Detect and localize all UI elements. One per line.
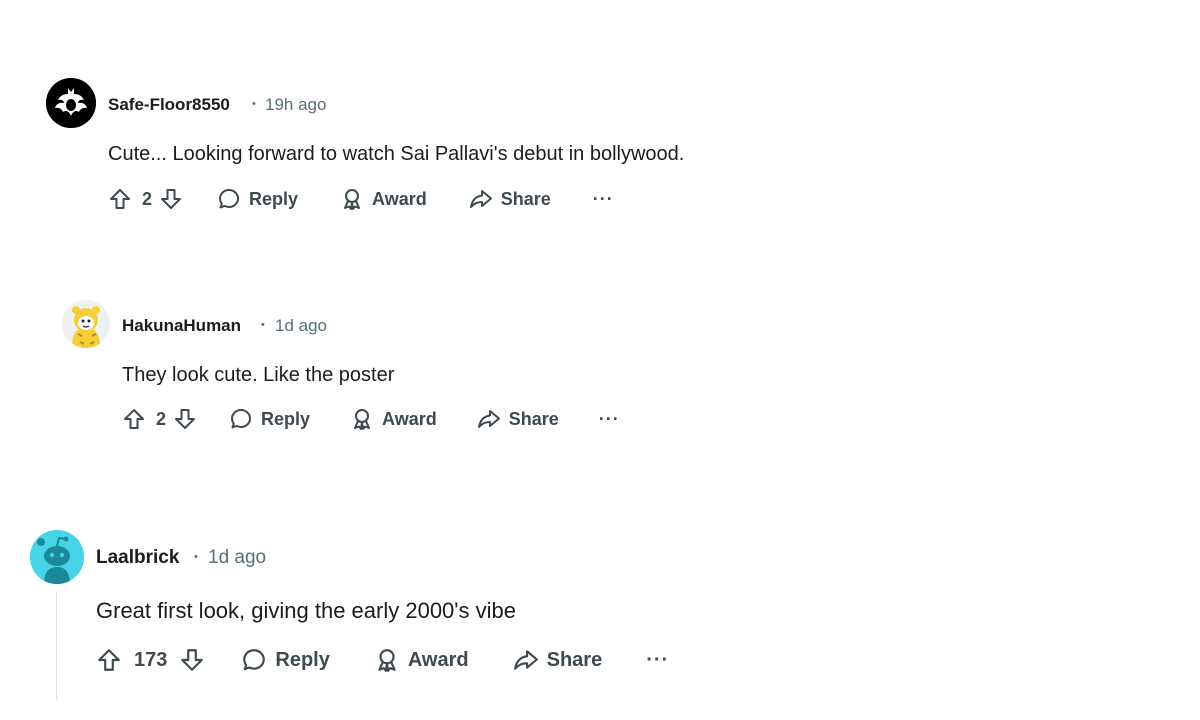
downvote-icon[interactable] — [179, 647, 205, 673]
award-ribbon-icon — [344, 189, 361, 210]
share-label: Share — [508, 408, 559, 429]
user-avatar[interactable] — [62, 300, 110, 348]
award-label: Award — [407, 648, 469, 671]
vote-control: 2 — [108, 187, 183, 211]
comment-actions: 2 Reply Award Share ··· — [108, 186, 614, 212]
tiger-costume-avatar-icon — [62, 300, 110, 348]
speech-bubble-icon — [219, 189, 240, 209]
comment-timestamp[interactable]: 1d ago — [275, 316, 327, 336]
award-label: Award — [372, 188, 427, 209]
reply-label: Reply — [249, 188, 299, 209]
upvote-icon[interactable] — [96, 647, 122, 673]
award-button[interactable]: Award — [350, 407, 437, 431]
comment-timestamp[interactable]: 19h ago — [265, 95, 326, 115]
award-ribbon-icon — [378, 649, 396, 672]
vote-count: 173 — [134, 648, 168, 671]
comment-author[interactable]: Laalbrick — [96, 547, 179, 569]
share-arrow-icon — [469, 190, 492, 208]
user-avatar[interactable] — [46, 78, 96, 128]
comment-text: They look cute. Like the poster — [122, 364, 395, 386]
reply-label: Reply — [261, 408, 311, 429]
upvote-icon[interactable] — [108, 187, 132, 211]
comment-author[interactable]: HakunaHuman — [122, 316, 241, 336]
award-label: Award — [382, 408, 437, 429]
speech-bubble-icon — [231, 409, 252, 429]
more-options-button[interactable]: ··· — [646, 649, 669, 672]
comment-actions: 2 Reply Award Share ··· — [122, 406, 620, 432]
reply-button[interactable]: Reply — [217, 187, 298, 211]
share-button[interactable]: Share — [469, 187, 551, 211]
vote-count: 2 — [142, 188, 153, 209]
award-button[interactable]: Award — [374, 647, 469, 673]
share-arrow-icon — [477, 410, 500, 428]
comment-text: Cute... Looking forward to watch Sai Pal… — [108, 143, 685, 165]
more-options-button[interactable]: ··· — [593, 189, 614, 210]
meta-separator: • — [194, 551, 198, 563]
user-avatar[interactable] — [30, 530, 84, 584]
more-options-button[interactable]: ··· — [599, 409, 620, 430]
vote-count: 2 — [156, 408, 167, 429]
reply-label: Reply — [275, 648, 330, 671]
comment-actions: 173 Reply Award Share ··· — [96, 646, 669, 674]
comment-author[interactable]: Safe-Floor8550 — [108, 95, 230, 115]
share-button[interactable]: Share — [513, 647, 603, 673]
meta-separator: • — [261, 319, 265, 331]
share-arrow-icon — [513, 650, 538, 670]
batman-avatar-icon — [46, 78, 96, 128]
downvote-icon[interactable] — [159, 187, 183, 211]
share-label: Share — [546, 648, 603, 671]
thread-line[interactable] — [56, 592, 57, 700]
reply-button[interactable]: Reply — [241, 647, 330, 673]
award-ribbon-icon — [354, 409, 371, 430]
reply-button[interactable]: Reply — [229, 407, 310, 431]
comment-text: Great first look, giving the early 2000'… — [96, 598, 516, 623]
award-button[interactable]: Award — [340, 187, 427, 211]
comment-timestamp[interactable]: 1d ago — [208, 547, 266, 569]
upvote-icon[interactable] — [122, 407, 146, 431]
snoo-avatar-icon — [30, 530, 84, 584]
share-label: Share — [500, 188, 551, 209]
meta-separator: • — [252, 98, 256, 110]
share-button[interactable]: Share — [477, 407, 559, 431]
vote-control: 2 — [122, 407, 197, 431]
vote-control: 173 — [96, 647, 205, 673]
speech-bubble-icon — [243, 649, 266, 671]
downvote-icon[interactable] — [173, 407, 197, 431]
